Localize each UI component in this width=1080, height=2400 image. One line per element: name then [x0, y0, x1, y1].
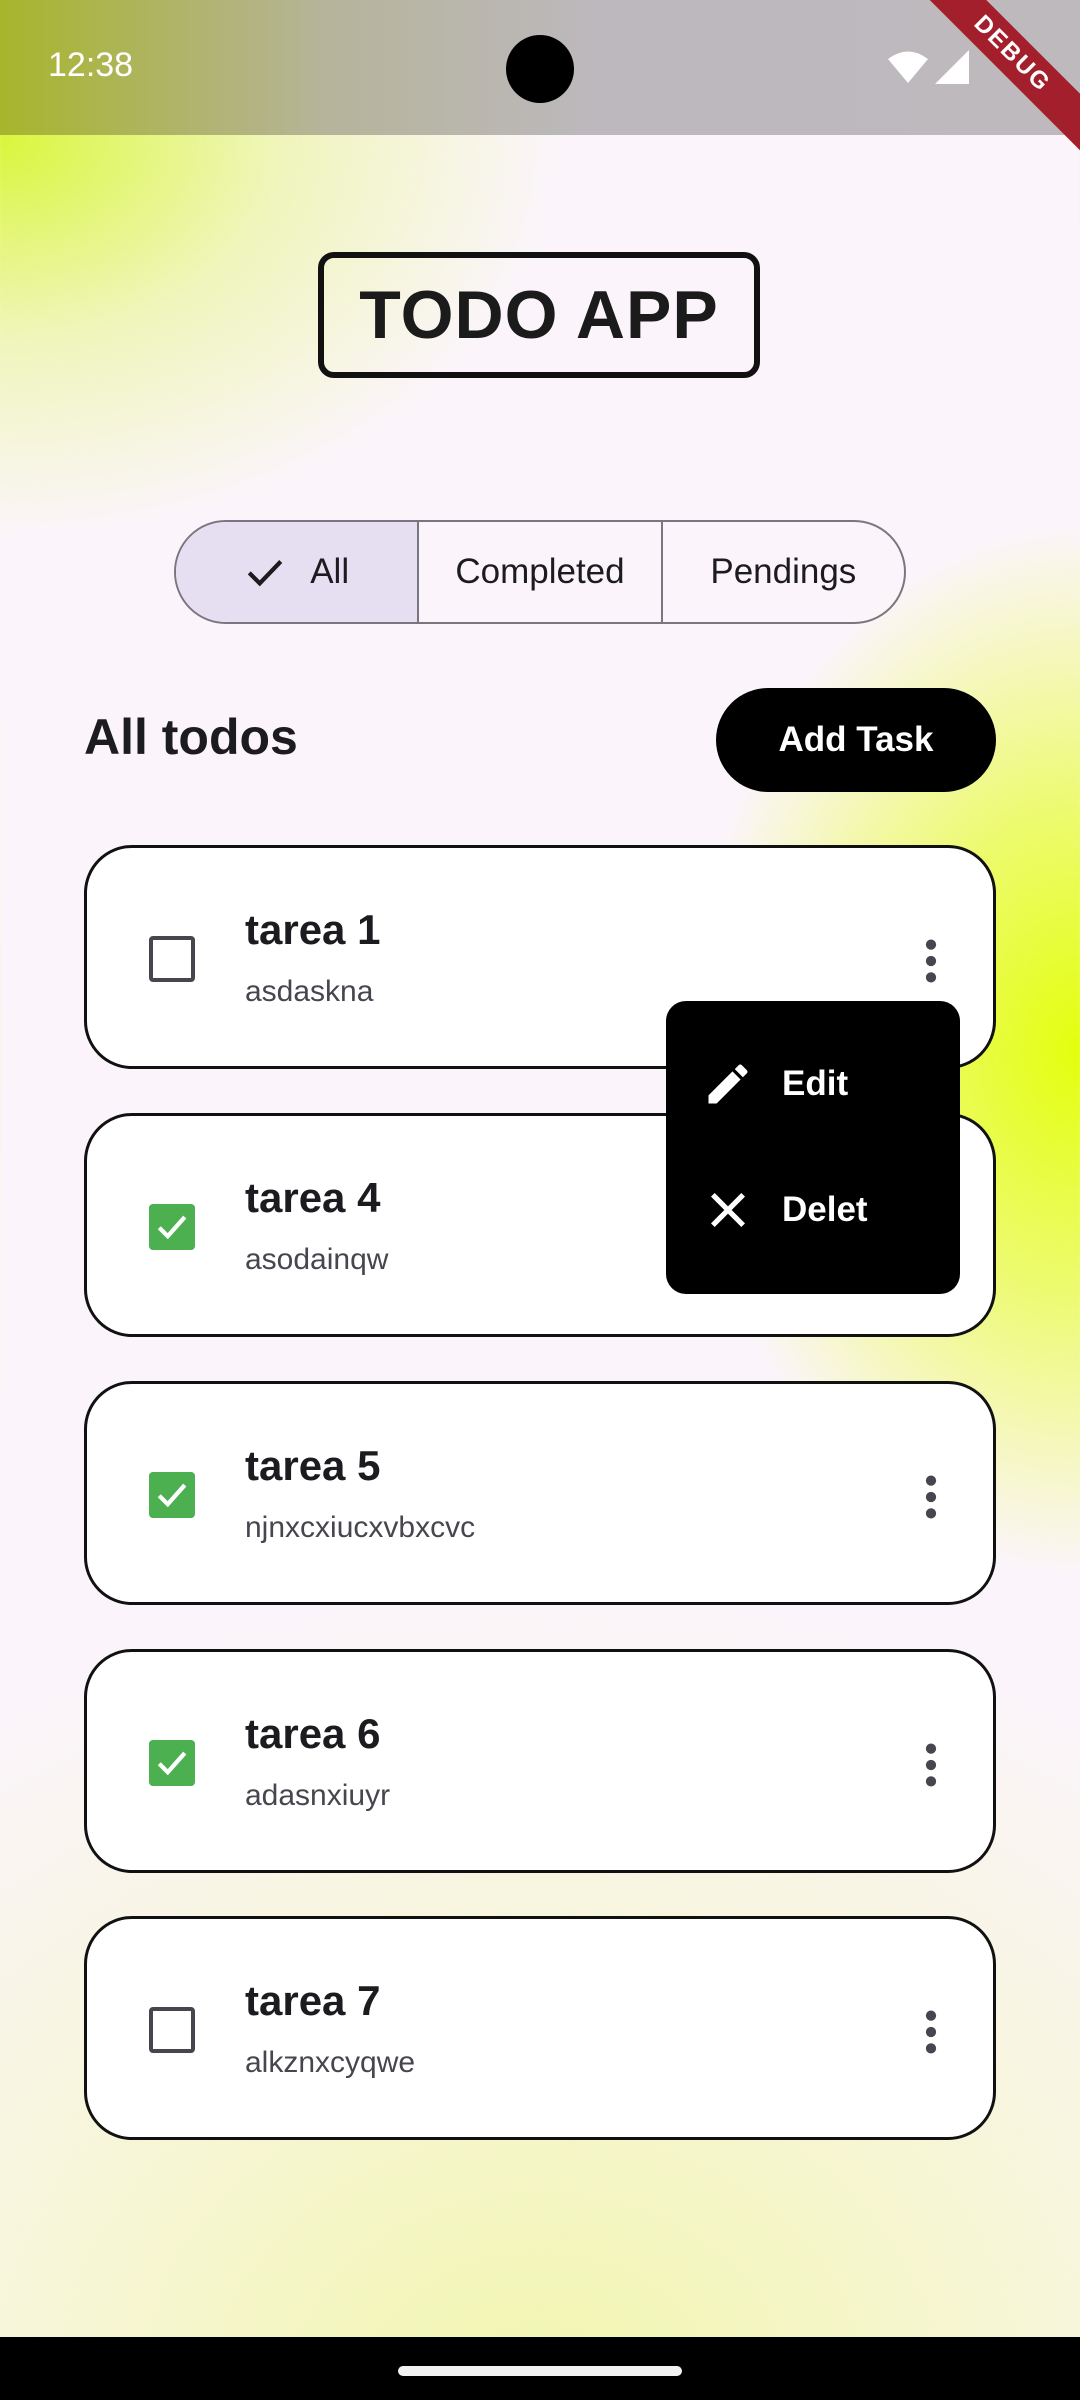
todo-description: asodainqw	[245, 1243, 389, 1276]
filter-all-label: All	[310, 552, 350, 591]
section-title: All todos	[84, 709, 298, 765]
close-icon	[710, 1192, 746, 1228]
todo-checkbox[interactable]	[149, 2007, 195, 2053]
check-icon	[157, 1751, 187, 1776]
todo-card[interactable]: tarea 6 adasnxiuyr	[84, 1649, 996, 1873]
check-icon	[247, 560, 283, 587]
todo-popup-menu: Edit Delet	[666, 1001, 960, 1294]
status-time: 12:38	[48, 46, 134, 84]
edit-pencil-icon	[708, 1064, 748, 1104]
filter-pendings[interactable]: Pendings	[663, 522, 904, 622]
todo-title: tarea 4	[245, 1174, 381, 1221]
todo-checkbox[interactable]	[149, 936, 195, 982]
filter-all[interactable]: All	[176, 522, 420, 622]
todo-title: tarea 6	[245, 1710, 381, 1757]
todo-description: njnxcxiucxvbxcvc	[245, 1511, 476, 1544]
debug-banner: DEBUG	[905, 0, 1080, 161]
filter-segmented-control: All Completed Pendings	[174, 520, 906, 624]
menu-item-edit-label: Edit	[782, 1064, 849, 1103]
check-icon	[157, 1483, 187, 1508]
app-title: TODO APP	[318, 252, 760, 378]
menu-item-delete[interactable]: Delet	[666, 1155, 960, 1265]
more-vert-icon[interactable]	[903, 1737, 959, 1793]
wifi-icon	[888, 51, 928, 83]
add-task-button[interactable]: Add Task	[716, 688, 996, 792]
filter-completed[interactable]: Completed	[419, 522, 663, 622]
check-icon	[157, 1215, 187, 1240]
camera-cutout	[506, 35, 574, 103]
todo-title: tarea 5	[245, 1442, 381, 1489]
status-bar: 12:38 DEBUG	[0, 0, 1080, 161]
more-vert-icon[interactable]	[903, 1469, 959, 1525]
menu-item-delete-label: Delet	[782, 1190, 868, 1229]
menu-item-edit[interactable]: Edit	[666, 1029, 960, 1139]
filter-completed-label: Completed	[455, 552, 625, 591]
more-vert-icon[interactable]	[903, 933, 959, 989]
more-vert-icon[interactable]	[903, 2004, 959, 2060]
todo-card[interactable]: tarea 5 njnxcxiucxvbxcvc	[84, 1381, 996, 1605]
todo-description: alkznxcyqwe	[245, 2046, 416, 2079]
signal-icon	[935, 50, 969, 84]
todo-card[interactable]: tarea 7 alkznxcyqwe	[84, 1916, 996, 2140]
todo-title: tarea 1	[245, 906, 381, 953]
todo-checkbox-checked[interactable]	[149, 1472, 195, 1518]
home-handle[interactable]	[398, 2366, 682, 2376]
todo-title: tarea 7	[245, 1977, 381, 2024]
todo-checkbox-checked[interactable]	[149, 1740, 195, 1786]
todo-description: asdaskna	[245, 975, 374, 1008]
todo-description: adasnxiuyr	[245, 1779, 391, 1812]
todo-checkbox-checked[interactable]	[149, 1204, 195, 1250]
filter-pendings-label: Pendings	[710, 552, 857, 591]
